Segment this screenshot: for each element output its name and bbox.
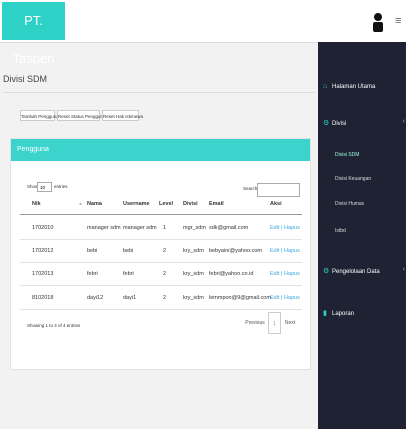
- user-icon[interactable]: [372, 12, 384, 32]
- search-input[interactable]: [257, 183, 300, 197]
- chevron-left-icon: ‹: [402, 118, 405, 125]
- sidebar: ⌂ Halaman Utama ⚙ Divisi ‹ Divisi SDM Divi…: [318, 42, 406, 429]
- top-navbar: PT. Taspen ≡: [0, 0, 406, 66]
- sidebar-item-laporan[interactable]: ▮ Laporan: [323, 309, 354, 317]
- sidebar-subitem-istbd[interactable]: Istbd: [335, 228, 346, 234]
- chevron-left-icon: ‹: [402, 266, 405, 273]
- cell-email: bebyaini@yahoo.com: [209, 248, 262, 254]
- edit-hapus-link[interactable]: Edit | Hapus: [270, 295, 300, 301]
- sidebar-item-label: Divisi: [332, 121, 347, 127]
- row-divider: [20, 309, 302, 310]
- cell-divisi: kry_sdm: [183, 248, 204, 254]
- entries-label: entries: [54, 184, 68, 189]
- cell-nama: manager sdm: [87, 225, 121, 231]
- edit-hapus-link[interactable]: Edit | Hapus: [270, 271, 300, 277]
- cell-level: 2: [163, 248, 167, 254]
- cell-divisi: kry_sdm: [183, 271, 204, 277]
- column-header-level[interactable]: Level: [159, 201, 173, 207]
- entries-select[interactable]: 10: [37, 182, 52, 192]
- row-divider: [20, 239, 302, 240]
- column-header-aksi[interactable]: Aksi: [270, 201, 282, 207]
- edit-hapus-link[interactable]: Edit | Hapus: [270, 248, 300, 254]
- cell-email: lemmpon@9@gmail.com: [209, 295, 271, 301]
- next-button[interactable]: Next: [283, 312, 297, 334]
- users-panel: Pengguna: [10, 138, 311, 370]
- sidebar-item-label: Pengelolaan Data: [332, 269, 380, 275]
- sidebar-item-pengelolaan-data[interactable]: ⚙ Pengelolaan Data: [323, 267, 380, 275]
- cell-username: bebi: [123, 248, 134, 254]
- column-header-email[interactable]: Email: [209, 201, 224, 207]
- cell-username: febri: [123, 271, 134, 277]
- sidebar-subitem-divisi-humas[interactable]: Divisi Humas: [335, 201, 364, 207]
- sidebar-item-label: Laporan: [332, 311, 355, 317]
- panel-title: Pengguna: [11, 139, 310, 161]
- column-header-username[interactable]: Username: [123, 201, 150, 207]
- cell-nik: 1702010: [32, 225, 54, 231]
- title-divider: [3, 92, 315, 93]
- sidebar-subitem-divisi-sdm[interactable]: Divisi SDM: [335, 152, 359, 158]
- cogs-icon: ⚙: [323, 268, 330, 275]
- table-info: Showing 1 to 4 of 4 entries: [27, 323, 81, 328]
- sidebar-subitem-divisi-keuangan[interactable]: Divisi Keuangan: [335, 176, 371, 182]
- cell-nama: bebi: [87, 248, 98, 254]
- cell-level: 1: [163, 225, 167, 231]
- reset-password-button[interactable]: Reset Status Pengguna: [57, 110, 106, 121]
- cogs-icon: ⚙: [323, 120, 330, 127]
- add-user-button[interactable]: Tambah Pengguna: [20, 110, 59, 121]
- cell-email: sdk@gmail.com: [209, 225, 249, 231]
- previous-button[interactable]: Previous: [244, 312, 266, 334]
- brand-logo[interactable]: PT. Taspen: [2, 2, 65, 66]
- hamburger-icon[interactable]: ≡: [395, 16, 401, 27]
- cell-nik: 8102018: [32, 295, 54, 301]
- home-icon: ⌂: [323, 83, 328, 90]
- page-1-button[interactable]: 1: [268, 312, 281, 334]
- cell-level: 2: [163, 295, 167, 301]
- reset-status-button[interactable]: Reset Hak Istimewa: [102, 110, 143, 121]
- edit-hapus-link[interactable]: Edit | Hapus: [270, 225, 300, 231]
- cell-divisi: mgr_sdm: [183, 225, 206, 231]
- cell-level: 2: [163, 271, 167, 277]
- cell-nama: dayi12: [87, 295, 104, 301]
- sidebar-item-halaman-utama[interactable]: ⌂ Halaman Utama: [323, 83, 375, 90]
- cell-email: febri@yahoo.co.id: [209, 271, 254, 277]
- column-header-divisi[interactable]: Divisi: [183, 201, 198, 207]
- column-header-nik[interactable]: Nik: [32, 201, 41, 207]
- row-divider: [20, 285, 302, 286]
- column-header-nama[interactable]: Nama: [87, 201, 102, 207]
- sidebar-item-divisi[interactable]: ⚙ Divisi: [323, 119, 346, 127]
- table-header-divider: [20, 214, 302, 215]
- file-icon: ▮: [323, 310, 327, 317]
- cell-nik: 1702013: [32, 271, 54, 277]
- sort-icon: ▲: [78, 201, 83, 207]
- page-title: Divisi SDM: [3, 74, 47, 84]
- row-divider: [20, 262, 302, 263]
- sidebar-item-label: Halaman Utama: [332, 84, 376, 90]
- cell-username: dayi1: [123, 295, 137, 301]
- cell-nama: febri: [87, 271, 98, 277]
- cell-nik: 1702012: [32, 248, 54, 254]
- cell-divisi: kry_sdm: [183, 295, 204, 301]
- cell-username: manager sdm: [123, 225, 157, 231]
